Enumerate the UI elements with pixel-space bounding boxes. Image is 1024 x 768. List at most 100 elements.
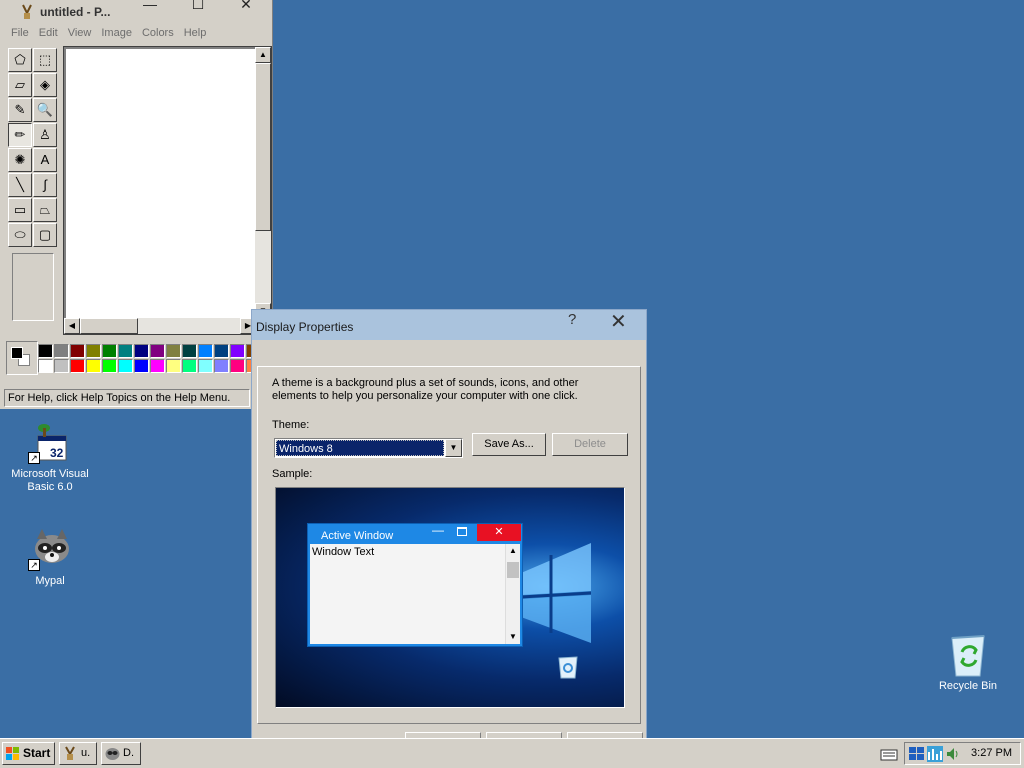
rounded-rect-icon[interactable]: ▢: [33, 223, 57, 247]
eraser-icon[interactable]: ▱: [8, 73, 32, 97]
palette-swatch[interactable]: [102, 344, 117, 358]
palette-swatch[interactable]: [230, 344, 245, 358]
clock[interactable]: 3:27 PM: [971, 747, 1012, 759]
color-box: [6, 341, 272, 381]
menu-edit[interactable]: Edit: [34, 27, 63, 39]
curve-icon[interactable]: ∫: [33, 173, 57, 197]
airbrush-icon[interactable]: ✺: [8, 148, 32, 172]
network-icon[interactable]: [909, 746, 925, 762]
maximize-button[interactable]: ☐: [184, 0, 212, 12]
menu-help[interactable]: Help: [179, 27, 212, 39]
palette-swatch[interactable]: [230, 359, 245, 373]
pencil-icon[interactable]: ✏: [8, 123, 32, 147]
palette-swatch[interactable]: [182, 359, 197, 373]
palette-swatch[interactable]: [86, 344, 101, 358]
save-as-button[interactable]: Save As...: [472, 433, 546, 456]
horizontal-scrollbar[interactable]: ◀ ▶: [64, 318, 256, 334]
shortcut-arrow-icon: ↗: [28, 559, 40, 571]
palette-swatch[interactable]: [214, 359, 229, 373]
volume-icon[interactable]: [945, 746, 961, 762]
paint-statusbar: For Help, click Help Topics on the Help …: [4, 389, 250, 407]
dialog-titlebar[interactable]: Display Properties ? ✕: [252, 310, 646, 340]
chevron-down-icon: ▼: [509, 632, 517, 641]
palette-swatch[interactable]: [70, 344, 85, 358]
palette-swatch[interactable]: [38, 344, 53, 358]
palette-swatch[interactable]: [150, 359, 165, 373]
palette-swatch[interactable]: [134, 344, 149, 358]
paint-app-icon: [65, 746, 75, 760]
desktop-icon-mypal[interactable]: ↗ Mypal: [5, 527, 95, 588]
theme-description: A theme is a background plus a set of so…: [272, 377, 579, 402]
palette-swatch[interactable]: [166, 359, 181, 373]
desktop-icon-label: Microsoft Visual Basic 6.0: [11, 468, 89, 493]
svg-text:32: 32: [50, 446, 64, 460]
current-colors[interactable]: [6, 341, 38, 375]
menu-file[interactable]: File: [6, 27, 34, 39]
text-icon[interactable]: A: [33, 148, 57, 172]
close-button[interactable]: ✕: [232, 0, 260, 12]
chevron-down-icon[interactable]: ▼: [445, 439, 462, 457]
minimize-button[interactable]: —: [136, 0, 164, 12]
rectangle-icon[interactable]: ▭: [8, 198, 32, 222]
display-properties-dialog[interactable]: Display Properties ? ✕ A theme is a back…: [251, 309, 647, 742]
system-tray: 3:27 PM: [904, 742, 1021, 765]
magnifier-icon[interactable]: 🔍: [33, 98, 57, 122]
palette-swatch[interactable]: [198, 359, 213, 373]
desktop-icon-vb6[interactable]: 32 ↗ Microsoft Visual Basic 6.0: [5, 420, 95, 494]
vertical-scrollbar[interactable]: ▲ ▼: [255, 47, 271, 319]
palette-swatch[interactable]: [166, 344, 181, 358]
keyboard-icon[interactable]: [880, 747, 898, 761]
palette-swatch[interactable]: [182, 344, 197, 358]
palette-swatch[interactable]: [70, 359, 85, 373]
ellipse-icon[interactable]: ⬭: [8, 223, 32, 247]
sample-window-title: Active Window: [321, 530, 394, 542]
palette-swatch[interactable]: [118, 344, 133, 358]
dialog-close-button[interactable]: ✕: [610, 309, 627, 334]
paint-titlebar[interactable]: untitled - P... — ☐ ✕: [0, 0, 272, 23]
menu-colors[interactable]: Colors: [137, 27, 179, 39]
menu-view[interactable]: View: [63, 27, 97, 39]
chart-icon[interactable]: [927, 746, 943, 762]
shortcut-arrow-icon: ↗: [28, 452, 40, 464]
tool-options-box[interactable]: [12, 253, 54, 321]
scroll-up-button[interactable]: ▲: [255, 47, 271, 63]
paint-window[interactable]: untitled - P... — ☐ ✕ File Edit View Ima…: [0, 0, 273, 409]
brush-icon[interactable]: ♙: [33, 123, 57, 147]
free-select-icon[interactable]: ⬠: [8, 48, 32, 72]
palette-swatch[interactable]: [86, 359, 101, 373]
close-icon: ✕: [477, 524, 521, 541]
palette-swatch[interactable]: [150, 344, 165, 358]
palette-swatch[interactable]: [54, 359, 69, 373]
palette-swatch[interactable]: [54, 344, 69, 358]
help-button[interactable]: ?: [568, 311, 576, 328]
delete-button[interactable]: Delete: [552, 433, 628, 456]
palette-swatch[interactable]: [214, 344, 229, 358]
polygon-icon[interactable]: ⏢: [33, 198, 57, 222]
paint-app-icon: [20, 4, 34, 19]
taskbar-item-display-properties[interactable]: D.: [101, 742, 141, 765]
palette-swatch[interactable]: [134, 359, 149, 373]
palette-swatch[interactable]: [102, 359, 117, 373]
line-icon[interactable]: ╲: [8, 173, 32, 197]
vertical-scroll-thumb[interactable]: [255, 63, 271, 231]
color-picker-icon[interactable]: ✎: [8, 98, 32, 122]
palette-swatch[interactable]: [198, 344, 213, 358]
sample-window-body: Window Text ▲ ▼: [310, 544, 520, 644]
themes-panel: A theme is a background plus a set of so…: [257, 366, 641, 724]
drawing-canvas[interactable]: [66, 49, 256, 319]
palette-swatch[interactable]: [118, 359, 133, 373]
windows-logo-icon: [521, 543, 591, 643]
taskbar: Start u. D. 3:27 PM: [0, 738, 1024, 768]
rect-select-icon[interactable]: ⬚: [33, 48, 57, 72]
paint-title: untitled - P...: [40, 5, 111, 19]
taskbar-item-paint[interactable]: u.: [59, 742, 97, 765]
start-button[interactable]: Start: [2, 742, 55, 765]
desktop-icon-recycle-bin[interactable]: Recycle Bin: [923, 632, 1013, 693]
scroll-left-button[interactable]: ◀: [64, 318, 80, 334]
toolbox: ⬠ ⬚ ▱ ◈ ✎ 🔍 ✏ ♙ ✺ A ╲ ∫ ▭ ⏢ ⬭ ▢: [6, 46, 60, 324]
horizontal-scroll-thumb[interactable]: [80, 318, 138, 334]
theme-select[interactable]: Windows 8 ▼: [274, 438, 463, 458]
palette-swatch[interactable]: [38, 359, 53, 373]
menu-image[interactable]: Image: [96, 27, 137, 39]
fill-bucket-icon[interactable]: ◈: [33, 73, 57, 97]
